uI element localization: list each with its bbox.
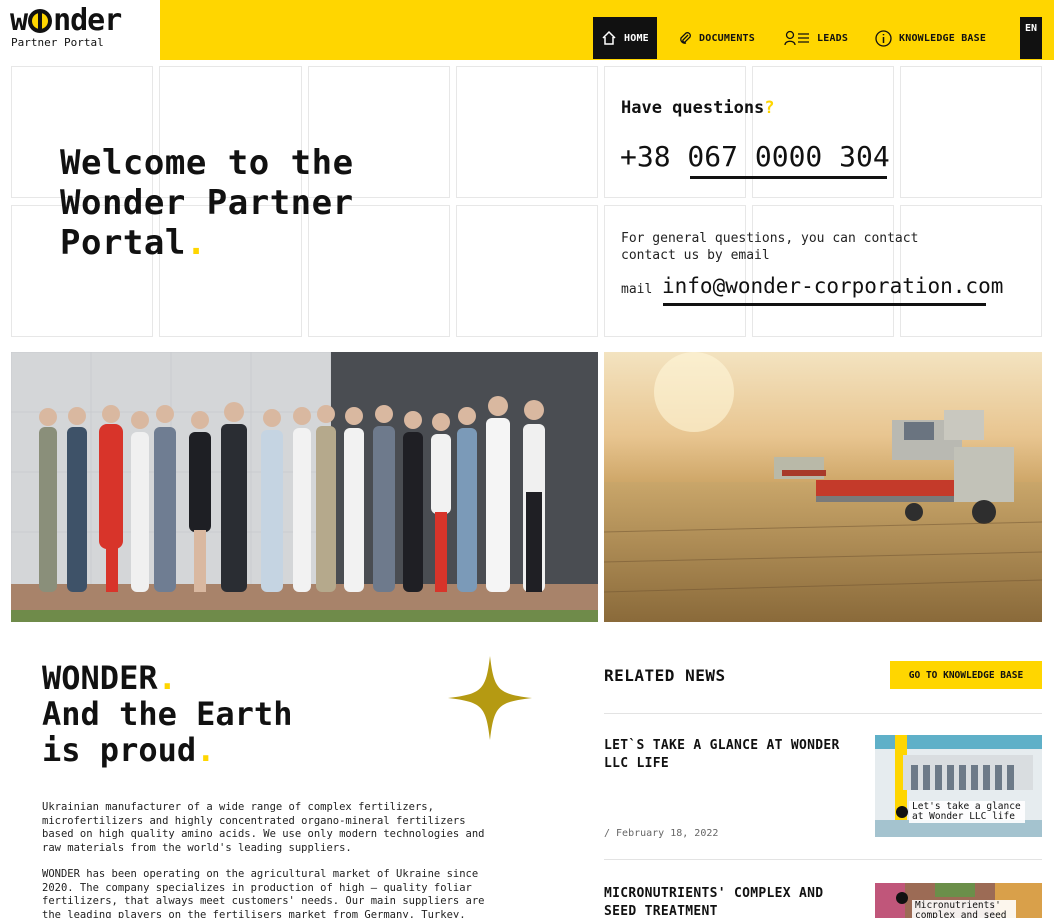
- about-title-line-3: is proud.: [42, 731, 216, 769]
- grid-cell: [752, 205, 894, 337]
- grid-cell: [456, 205, 598, 337]
- about-title-line-1: WONDER.: [42, 659, 177, 697]
- star-icon: [448, 656, 532, 744]
- news-item-thumbnail[interactable]: Let's take a glance at Wonder LLC life: [875, 735, 1042, 837]
- contact-heading: Have questions?: [621, 98, 775, 118]
- nav-knowledge-base[interactable]: KNOWLEDGE BASE: [875, 17, 986, 59]
- news-item-title[interactable]: MICRONUTRIENTS' COMPLEX AND SEED TREATME…: [604, 885, 854, 918]
- divider: [604, 713, 1042, 714]
- hero-title-line-3: Portal.: [60, 223, 207, 263]
- home-icon: [601, 30, 617, 46]
- nav-knowledge-base-label: KNOWLEDGE BASE: [899, 32, 987, 44]
- contact-email-link[interactable]: info@wonder-corporation.com: [662, 274, 1003, 298]
- logo-subtitle: Partner Portal: [11, 36, 104, 49]
- language-switch[interactable]: EN: [1020, 17, 1042, 59]
- globe-icon: [28, 9, 53, 33]
- logo[interactable]: w nder Partner Portal: [0, 0, 160, 60]
- nav-home[interactable]: HOME: [593, 17, 657, 59]
- grid-cell: [900, 66, 1042, 198]
- harvester-photo: [604, 352, 1042, 622]
- nav-leads[interactable]: LEADS: [784, 17, 848, 59]
- divider: [604, 859, 1042, 860]
- nav-home-label: HOME: [624, 32, 649, 44]
- about-title-line-2: And the Earth: [42, 695, 293, 733]
- email-underline: [663, 303, 986, 306]
- about-paragraph-2: WONDER has been operating on the agricul…: [42, 868, 485, 918]
- user-list-icon: [784, 30, 810, 46]
- hero-title-line-2: Wonder Partner: [60, 183, 354, 223]
- logo-wordmark: w nder: [10, 3, 122, 38]
- grid-cell: [604, 205, 746, 337]
- about-paragraph-1: Ukrainian manufacturer of a wide range o…: [42, 801, 485, 854]
- nav-leads-label: LEADS: [817, 32, 849, 44]
- about-title: WONDER. And the Earth is proud.: [42, 660, 292, 768]
- news-item-thumbnail[interactable]: Micronutrients' complex and seed: [875, 883, 1042, 918]
- go-to-knowledge-base-button[interactable]: GO TO KNOWLEDGE BASE: [890, 661, 1042, 689]
- hero-title-line-1: Welcome to the: [60, 143, 354, 183]
- news-item-title[interactable]: LET`S TAKE A GLANCE AT WONDER LLC LIFE: [604, 737, 854, 773]
- contact-phone[interactable]: +38 067 0000 304: [620, 140, 890, 173]
- thumbnail-caption: Let's take a glance at Wonder LLC life: [909, 801, 1025, 823]
- grid-cell: [900, 205, 1042, 337]
- nav-documents[interactable]: DOCUMENTS: [678, 17, 755, 59]
- thumbnail-caption: Micronutrients' complex and seed: [912, 900, 1016, 918]
- grid-cell: [456, 66, 598, 198]
- top-header: w nder Partner Portal HOME DOCUMENTS LEAD…: [0, 0, 1054, 60]
- hero-title: Welcome to the Wonder Partner Portal.: [60, 143, 354, 263]
- phone-underline: [690, 176, 887, 179]
- nav-documents-label: DOCUMENTS: [699, 32, 755, 44]
- contact-description: For general questions, you can contact c…: [621, 231, 919, 263]
- paperclip-icon: [678, 31, 692, 45]
- news-item-date: / February 18, 2022: [604, 828, 719, 839]
- mail-label: mail: [621, 282, 653, 297]
- related-news-heading: RELATED NEWS: [604, 666, 726, 685]
- team-photo: [11, 352, 598, 622]
- info-icon: [875, 29, 892, 47]
